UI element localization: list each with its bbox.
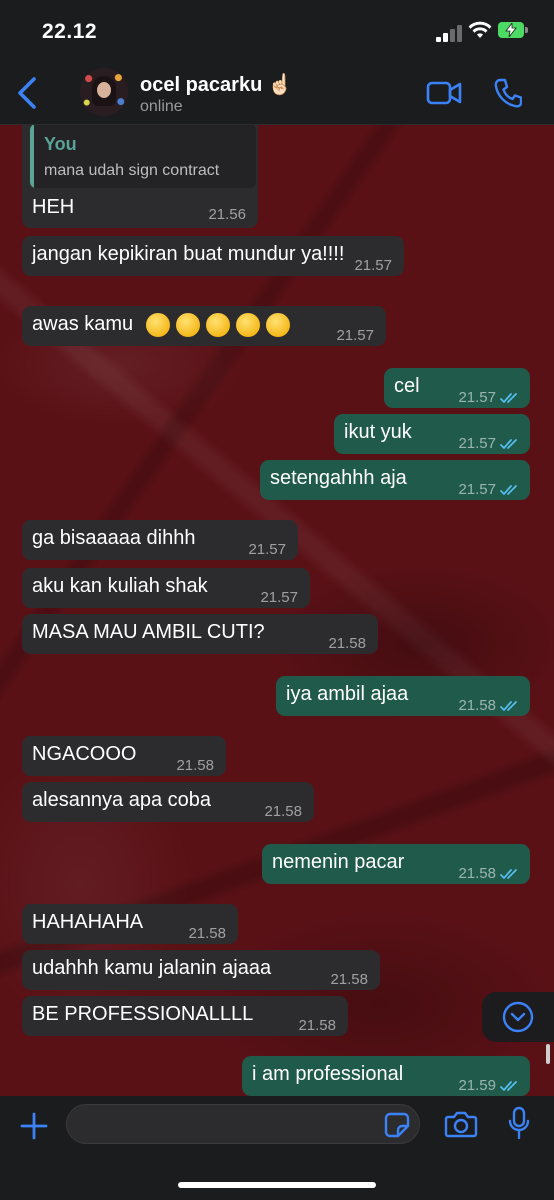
message-text: alesannya apa coba (32, 789, 212, 811)
quoted-text: mana udah sign contract (44, 162, 220, 179)
status-time: 22.12 (42, 20, 98, 43)
chat-screen: 22.12 ocel pacarku ☝🏻 online You mana ud… (0, 0, 554, 1200)
camera-button[interactable] (444, 1110, 478, 1138)
home-indicator[interactable] (178, 1182, 376, 1188)
message-text: HAHAHAHA (32, 911, 144, 933)
message-time: 21.57 (354, 257, 392, 274)
chevron-left-icon (18, 77, 36, 109)
message-time: 21.57 (248, 541, 286, 558)
message-text: setengahhh aja (270, 467, 407, 489)
contact-avatar[interactable] (80, 68, 128, 116)
chevron-down-circle-icon (502, 1001, 534, 1033)
message-time: 21.58 (458, 865, 496, 882)
message-text: HEH (32, 196, 75, 218)
sticker-button[interactable] (384, 1112, 410, 1138)
quoted-message[interactable]: You mana udah sign contract (30, 124, 256, 188)
incoming-message-bubble[interactable]: jangan kepikiran buat mundur ya!!!! 21.57 (22, 236, 404, 276)
incoming-message-bubble[interactable]: BE PROFESSIONALLLL 21.58 (22, 996, 348, 1036)
message-list[interactable]: You mana udah sign contract HEH 21.56 ja… (0, 124, 554, 1096)
wifi-icon (468, 20, 492, 40)
message-time: 21.57 (458, 481, 496, 498)
video-camera-icon (426, 81, 462, 105)
outgoing-message-bubble[interactable]: setengahhh aja 21.57 (260, 460, 530, 500)
message-time: 21.58 (188, 925, 226, 942)
message-text: ikut yuk (344, 421, 412, 443)
message-text: cel (394, 375, 420, 397)
message-text: ga bisaaaaa dihhh (32, 527, 196, 549)
message-input[interactable] (66, 1104, 420, 1144)
scroll-to-bottom-button[interactable] (482, 992, 554, 1042)
microphone-icon (508, 1106, 530, 1140)
incoming-message-bubble[interactable]: ga bisaaaaa dihhh 21.57 (22, 520, 298, 560)
huffing-face-emoji-icon (176, 312, 200, 337)
message-time: 21.58 (330, 971, 368, 988)
message-text: udahhh kamu jalanin ajaaa (32, 957, 272, 979)
read-receipt-icon (500, 701, 517, 711)
message-time: 21.58 (264, 803, 302, 820)
contact-name[interactable]: ocel pacarku ☝🏻 (140, 72, 293, 97)
outgoing-message-bubble[interactable]: ikut yuk 21.57 (334, 414, 530, 454)
incoming-message-bubble[interactable]: NGACOOO 21.58 (22, 736, 226, 776)
outgoing-message-bubble[interactable]: i am professional 21.59 (242, 1056, 530, 1096)
battery-charging-icon (498, 22, 528, 38)
plus-icon (20, 1112, 48, 1140)
voice-call-button[interactable] (494, 78, 523, 108)
back-button[interactable] (14, 76, 42, 110)
message-text: i am professional (252, 1063, 404, 1085)
read-receipt-icon (500, 1081, 517, 1091)
huffing-face-emoji-icon (266, 312, 290, 337)
incoming-message-bubble[interactable]: udahhh kamu jalanin ajaaa 21.58 (22, 950, 380, 990)
message-text: iya ambil ajaa (286, 683, 409, 705)
message-time: 21.57 (336, 327, 374, 344)
read-receipt-icon (500, 439, 517, 449)
sticker-icon (384, 1112, 410, 1138)
attach-button[interactable] (20, 1112, 48, 1140)
message-time: 21.57 (458, 389, 496, 406)
message-time: 21.58 (176, 757, 214, 774)
microphone-button[interactable] (508, 1106, 530, 1140)
chat-header: ocel pacarku ☝🏻 online (0, 62, 554, 125)
message-time: 21.58 (458, 697, 496, 714)
reply-message-bubble[interactable]: You mana udah sign contract HEH 21.56 (22, 124, 258, 228)
message-text: nemenin pacar (272, 851, 405, 873)
incoming-message-bubble[interactable]: HAHAHAHA 21.58 (22, 904, 238, 944)
video-call-button[interactable] (426, 80, 462, 106)
incoming-message-bubble[interactable]: awas kamu 21.57 (22, 306, 386, 346)
incoming-message-bubble[interactable]: MASA MAU AMBIL CUTI? 21.58 (22, 614, 378, 654)
message-time: 21.58 (328, 635, 366, 652)
phone-icon (494, 78, 523, 108)
message-text: aku kan kuliah shak (32, 575, 208, 597)
incoming-message-bubble[interactable]: aku kan kuliah shak 21.57 (22, 568, 310, 608)
message-text: MASA MAU AMBIL CUTI? (32, 621, 265, 643)
emoji-row (140, 306, 290, 346)
read-receipt-icon (500, 393, 517, 403)
message-text: awas kamu (32, 313, 134, 335)
contact-status: online (140, 98, 183, 115)
outgoing-message-bubble[interactable]: iya ambil ajaa 21.58 (276, 676, 530, 716)
message-time: 21.58 (298, 1017, 336, 1034)
quoted-author: You (44, 134, 77, 154)
huffing-face-emoji-icon (146, 312, 170, 337)
read-receipt-icon (500, 869, 517, 879)
message-text: jangan kepikiran buat mundur ya!!!! (32, 243, 345, 265)
outgoing-message-bubble[interactable]: nemenin pacar 21.58 (262, 844, 530, 884)
message-time: 21.57 (458, 435, 496, 452)
status-bar: 22.12 (0, 0, 554, 62)
message-text: BE PROFESSIONALLLL (32, 1003, 254, 1025)
camera-icon (444, 1111, 478, 1138)
message-time: 21.57 (260, 589, 298, 606)
scrollbar[interactable] (546, 1044, 550, 1064)
outgoing-message-bubble[interactable]: cel 21.57 (384, 368, 530, 408)
huffing-face-emoji-icon (236, 312, 260, 337)
message-time: 21.56 (208, 206, 246, 223)
incoming-message-bubble[interactable]: alesannya apa coba 21.58 (22, 782, 314, 822)
read-receipt-icon (500, 485, 517, 495)
cellular-signal-icon (436, 24, 464, 42)
message-time: 21.59 (458, 1077, 496, 1094)
huffing-face-emoji-icon (206, 312, 230, 337)
message-text: NGACOOO (32, 743, 137, 765)
